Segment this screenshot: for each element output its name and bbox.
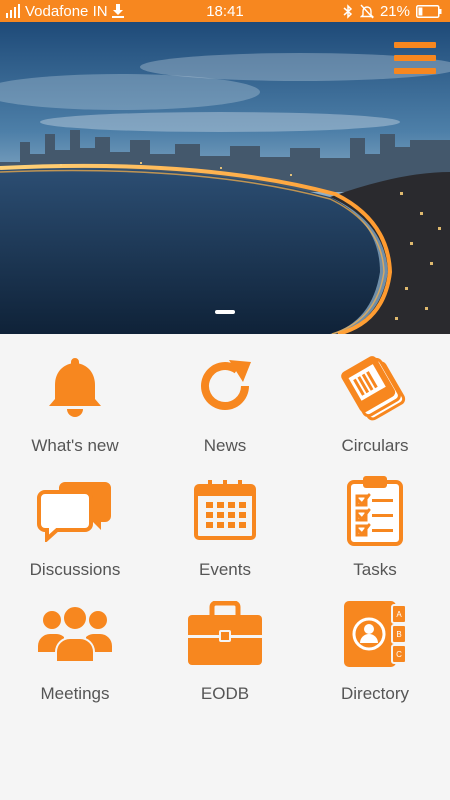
group-icon — [38, 605, 112, 663]
refresh-icon — [201, 360, 251, 410]
tile-news[interactable]: News — [150, 334, 300, 458]
battery-icon — [416, 4, 442, 18]
tile-discussions[interactable]: Discussions — [0, 458, 150, 582]
circulars-icon — [341, 356, 406, 421]
bell-icon — [49, 358, 101, 417]
bluetooth-icon — [343, 3, 353, 19]
tile-label: Discussions — [29, 560, 121, 579]
svg-text:A: A — [396, 610, 402, 619]
address-book-icon: A B C — [344, 601, 407, 667]
tile-label: Meetings — [40, 684, 110, 703]
signal-icon — [6, 4, 20, 18]
tile-directory[interactable]: A B C Directory — [300, 582, 450, 706]
clipboard-checklist-icon — [347, 476, 403, 546]
tile-label: Events — [199, 560, 251, 579]
battery-percent: 21% — [379, 2, 410, 20]
hero-banner[interactable] — [0, 22, 450, 334]
svg-text:B: B — [396, 630, 401, 639]
svg-text:C: C — [396, 650, 402, 659]
tile-label: EODB — [200, 684, 250, 703]
tile-tasks[interactable]: Tasks — [300, 458, 450, 582]
city-skyline-image — [0, 22, 450, 334]
tile-label: Tasks — [353, 560, 397, 579]
tile-label: What's new — [31, 436, 119, 455]
tile-events[interactable]: Events — [150, 458, 300, 582]
tile-label: News — [203, 436, 247, 455]
carrier-name: Vodafone IN — [25, 2, 108, 20]
tile-whats-new[interactable]: What's new — [0, 334, 150, 458]
tile-label: Directory — [340, 684, 409, 703]
status-bar: Vodafone IN 18:41 21% — [0, 0, 450, 22]
tile-label: Circulars — [341, 436, 409, 455]
briefcase-icon — [188, 601, 262, 665]
calendar-icon — [194, 480, 256, 540]
feature-grid: What's new News Circulars Discussions Ev… — [0, 334, 450, 706]
tile-meetings[interactable]: Meetings — [0, 582, 150, 706]
hamburger-menu-icon[interactable] — [394, 42, 436, 74]
tile-circulars[interactable]: Circulars — [300, 334, 450, 458]
chat-bubbles-icon — [37, 482, 111, 542]
carousel-indicator — [215, 310, 235, 314]
tile-eodb[interactable]: EODB — [150, 582, 300, 706]
download-icon — [111, 4, 124, 18]
mute-bell-icon — [359, 4, 374, 18]
